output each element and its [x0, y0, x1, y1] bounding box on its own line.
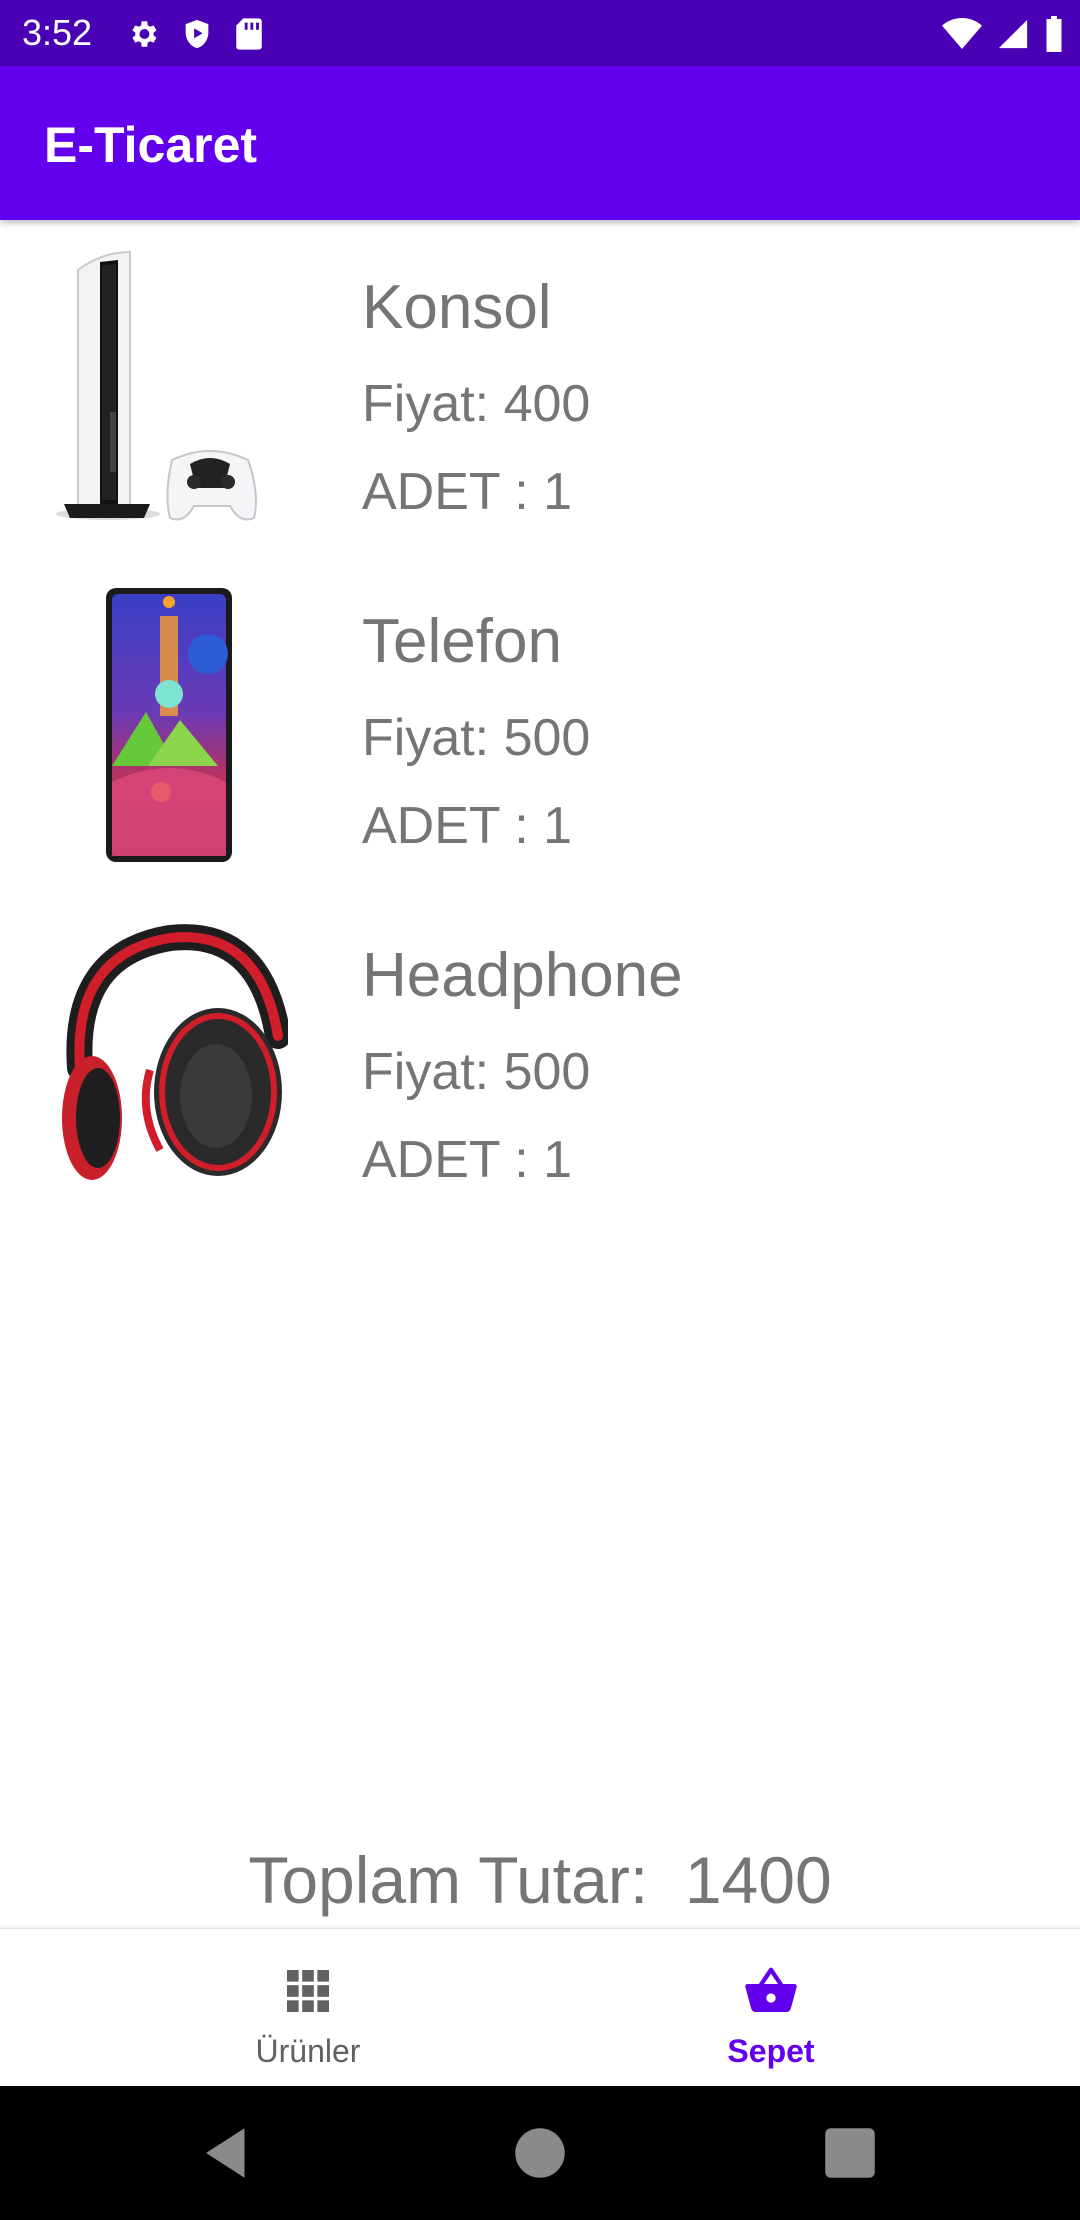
product-name: Konsol — [362, 273, 552, 342]
nav-item-cart[interactable]: Sepet — [621, 1929, 921, 2085]
game-console-image — [56, 250, 257, 521]
home-icon[interactable] — [507, 2120, 573, 2186]
sd-card-icon — [236, 18, 262, 50]
smartphone-image — [106, 588, 232, 862]
shopping-basket-icon — [745, 1967, 797, 2013]
shield-play-icon — [185, 19, 209, 49]
grid-icon — [287, 1970, 329, 2012]
nav-label-products: Ürünler — [255, 2033, 361, 2069]
cart-item[interactable]: Telefon Fiyat: 500 ADET : 1 — [0, 556, 1080, 890]
signal-icon — [998, 19, 1028, 49]
product-quantity: ADET : 1 — [362, 797, 573, 855]
bottom-navigation: Ürünler Sepet — [0, 1928, 1080, 2085]
back-icon[interactable] — [195, 2120, 261, 2186]
product-name: Telefon — [362, 607, 562, 676]
product-price: Fiyat: 500 — [362, 709, 591, 767]
total-amount: Toplam Tutar: 1400 — [248, 1843, 832, 1917]
cart-item[interactable]: Headphone Fiyat: 500 ADET : 1 — [0, 890, 1080, 1224]
cart-item[interactable]: Konsol Fiyat: 400 ADET : 1 — [0, 222, 1080, 556]
system-navigation-bar — [0, 2086, 1080, 2220]
cart-list[interactable]: Konsol Fiyat: 400 ADET : 1 Telefon Fiyat… — [0, 222, 1080, 1224]
wifi-icon — [942, 18, 982, 49]
product-quantity: ADET : 1 — [362, 463, 573, 521]
product-quantity: ADET : 1 — [362, 1131, 573, 1189]
gear-icon — [132, 21, 157, 47]
status-time: 3:52 — [22, 12, 93, 53]
app-title: E-Ticaret — [44, 117, 258, 173]
product-name: Headphone — [362, 941, 683, 1010]
recents-icon[interactable] — [817, 2120, 883, 2186]
headphone-image — [62, 924, 288, 1180]
product-price: Fiyat: 500 — [362, 1043, 591, 1101]
nav-label-cart: Sepet — [727, 2033, 815, 2069]
product-price: Fiyat: 400 — [362, 375, 591, 433]
status-bar: 3:52 — [0, 0, 1080, 66]
nav-item-products[interactable]: Ürünler — [158, 1929, 458, 2085]
app-bar: E-Ticaret — [0, 66, 1080, 220]
battery-icon — [1046, 16, 1062, 52]
